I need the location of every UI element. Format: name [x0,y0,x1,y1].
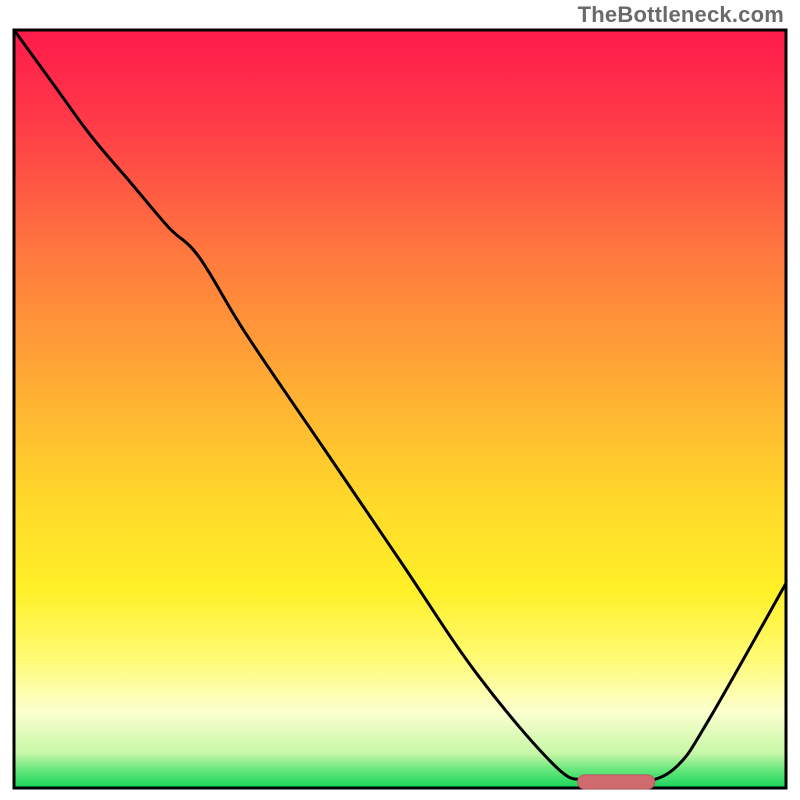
optimum-marker [578,775,655,789]
chart-background [14,30,786,788]
bottleneck-chart [0,0,800,800]
chart-container: TheBottleneck.com [0,0,800,800]
